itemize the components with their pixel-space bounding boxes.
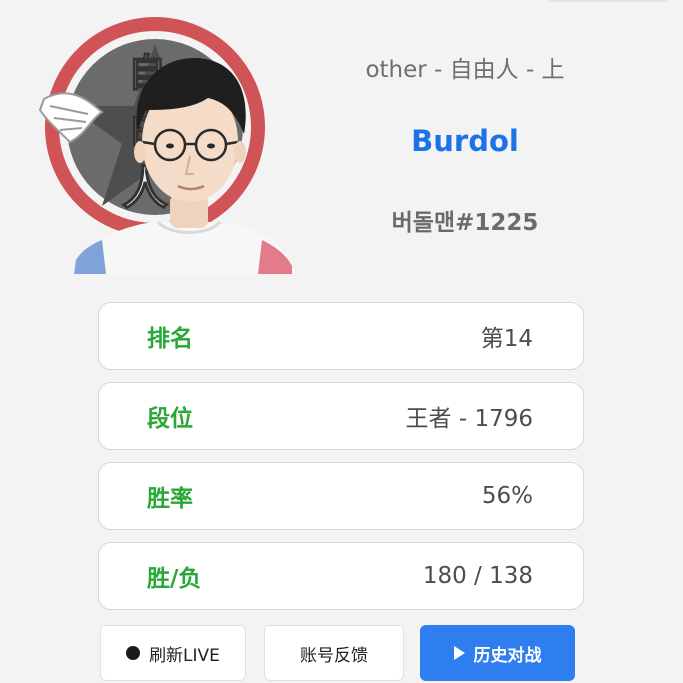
ear-right: [234, 141, 246, 163]
stat-value: 180 / 138: [422, 563, 533, 589]
stat-card-win-loss: 胜/负 180 / 138: [98, 542, 584, 610]
eye-right: [207, 143, 215, 149]
stat-label: 胜率: [147, 486, 193, 512]
stat-label: 排名: [147, 326, 193, 352]
refresh-live-label: 刷新LIVE: [149, 645, 220, 666]
stat-value: 第14: [480, 326, 533, 352]
team-line: other - 自由人 - 上: [365, 57, 565, 83]
stat-value: 王者 - 1796: [405, 406, 533, 432]
action-bar: 刷新LIVE 账号反馈 历史对战: [100, 625, 580, 681]
riot-id: 버돌맨#1225: [391, 210, 539, 236]
team-logo-and-player-photo: 自 由 人: [38, 17, 296, 274]
ear-left: [134, 141, 146, 163]
stat-value: 56%: [481, 483, 533, 509]
player-name: Burdol: [411, 124, 519, 158]
player-info: other - 自由人 - 上 Burdol 버돌맨#1225: [300, 0, 630, 290]
jersey-stripe-blue: [74, 240, 106, 274]
dot-icon: [126, 646, 141, 660]
player-avatar: 自 由 人: [30, 14, 300, 274]
account-feedback-button[interactable]: 账号反馈: [264, 625, 404, 681]
stat-card-rank: 排名 第14: [98, 302, 584, 370]
stat-card-tier: 段位 王者 - 1796: [98, 382, 584, 450]
refresh-live-button[interactable]: 刷新LIVE: [100, 625, 246, 681]
stats-list: 排名 第14 段位 王者 - 1796 胜率 56% 胜/负 180 / 138: [98, 302, 584, 622]
play-icon: [453, 646, 465, 660]
stat-label: 段位: [147, 406, 193, 432]
stat-label: 胜/负: [147, 566, 202, 592]
profile-header: 自 由 人: [0, 0, 683, 290]
match-history-label: 历史对战: [473, 645, 542, 666]
stat-card-winrate: 胜率 56%: [98, 462, 584, 530]
match-history-button[interactable]: 历史对战: [420, 625, 575, 681]
eye-left: [166, 143, 174, 149]
account-feedback-label: 账号反馈: [300, 645, 368, 666]
